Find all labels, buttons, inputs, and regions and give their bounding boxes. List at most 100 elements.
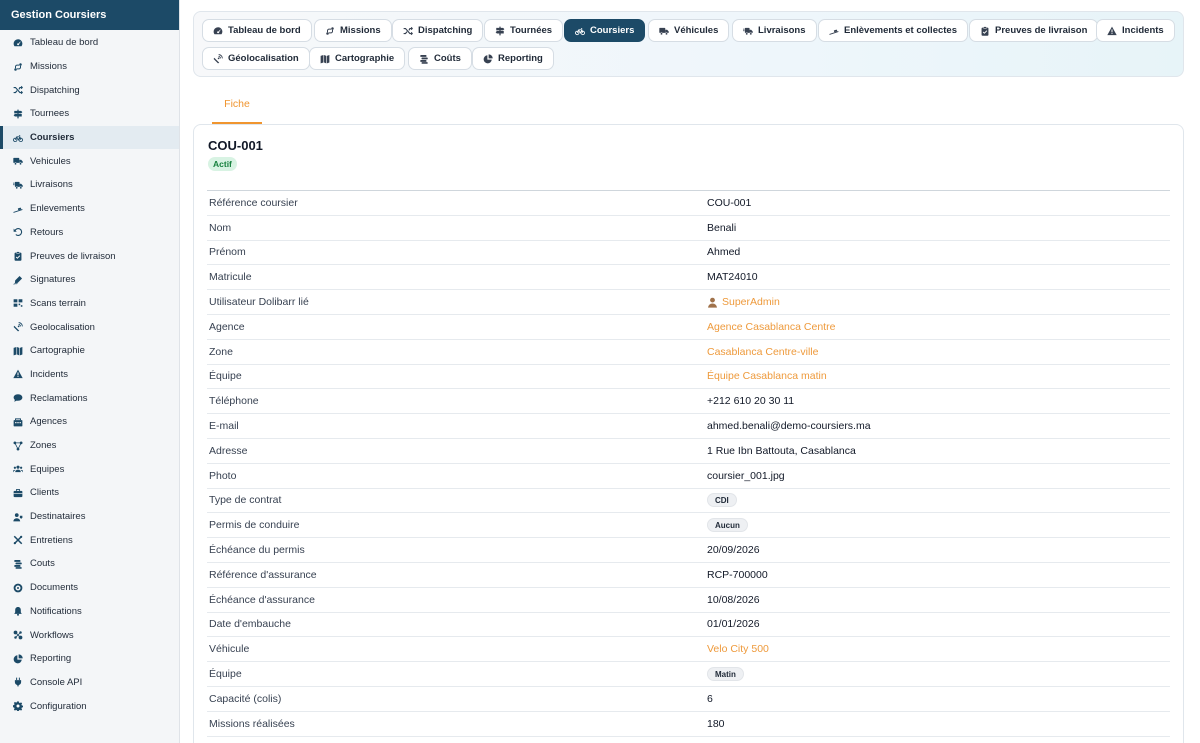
bicycle-icon xyxy=(12,132,24,144)
bicycle-icon xyxy=(574,25,585,36)
sidebar-item-tournees[interactable]: Tournees xyxy=(0,102,179,126)
tab-tableau-de-bord[interactable]: Tableau de bord xyxy=(202,19,312,42)
tab-fiche[interactable]: Fiche xyxy=(212,90,262,124)
sidebar-item-workflows[interactable]: Workflows xyxy=(0,623,179,647)
tab-label: Tournées xyxy=(510,25,553,36)
tab-label: Missions xyxy=(340,25,381,36)
sidebar-item-agences[interactable]: Agences xyxy=(0,410,179,434)
tab-tournees[interactable]: Tournées xyxy=(484,19,564,42)
field-link[interactable]: SuperAdmin xyxy=(707,296,1170,308)
sidebar-item-dispatching[interactable]: Dispatching xyxy=(0,78,179,102)
sidebar-item-cartographie[interactable]: Cartographie xyxy=(0,339,179,363)
tab-coursiers[interactable]: Coursiers xyxy=(564,19,646,42)
app-title: Gestion Coursiers xyxy=(0,0,179,30)
sidebar-item-vehicules[interactable]: Vehicules xyxy=(0,149,179,173)
pie-chart-icon xyxy=(12,653,24,665)
gear-icon xyxy=(12,700,24,712)
sidebar-item-console-api[interactable]: Console API xyxy=(0,671,179,695)
field-value: 01/01/2026 xyxy=(707,618,760,631)
clipboard-check-icon xyxy=(12,250,24,262)
sidebar-item-clients[interactable]: Clients xyxy=(0,481,179,505)
tab-geolocalisation[interactable]: Géolocalisation xyxy=(202,47,310,70)
tab-enlevements-et-collectes[interactable]: Enlèvements et collectes xyxy=(818,19,968,42)
undo-icon xyxy=(12,226,24,238)
sidebar-item-zones[interactable]: Zones xyxy=(0,434,179,458)
sidebar-item-entretiens[interactable]: Entretiens xyxy=(0,528,179,552)
sidebar-item-documents[interactable]: Documents xyxy=(0,576,179,600)
satellite-icon xyxy=(212,53,223,64)
field-value: CDI xyxy=(707,493,1170,508)
sidebar-item-preuves-de-livraison[interactable]: Preuves de livraison xyxy=(0,244,179,268)
sidebar-item-coursiers[interactable]: Coursiers xyxy=(0,125,179,150)
field-link[interactable]: Velo City 500 xyxy=(707,643,1170,655)
sidebar-menu: Tableau de bord Missions Dispatching Tourne… xyxy=(0,30,179,718)
sidebar: Gestion Coursiers Tableau de bord Mission… xyxy=(0,0,180,743)
tab-incidents[interactable]: Incidents xyxy=(1096,19,1175,42)
record-title: COU-001 xyxy=(208,138,263,153)
sidebar-item-geolocalisation[interactable]: Geolocalisation xyxy=(0,315,179,339)
tab-livraisons[interactable]: Livraisons xyxy=(732,19,817,42)
field-value: +212 610 20 30 11 xyxy=(707,395,795,408)
sidebar-item-label: Agences xyxy=(30,416,67,428)
tab-cartographie[interactable]: Cartographie xyxy=(309,47,406,70)
field-label: Missions réalisées xyxy=(209,717,295,730)
comment-icon xyxy=(12,392,24,404)
tab-reporting[interactable]: Reporting xyxy=(472,47,554,70)
sidebar-item-livraisons[interactable]: Livraisons xyxy=(0,173,179,197)
sidebar-item-label: Scans terrain xyxy=(30,297,86,309)
field-link[interactable]: Casablanca Centre-ville xyxy=(707,346,1170,358)
tab-dispatching[interactable]: Dispatching xyxy=(392,19,484,42)
field-row: Agence Agence Casablanca Centre xyxy=(207,315,1170,340)
truck-fast-icon xyxy=(742,25,753,36)
field-link[interactable]: Agence Casablanca Centre xyxy=(707,321,1170,333)
sidebar-item-incidents[interactable]: Incidents xyxy=(0,363,179,387)
tab-missions[interactable]: Missions xyxy=(314,19,392,42)
tab-label: Véhicules xyxy=(674,25,719,36)
sidebar-item-destinataires[interactable]: Destinataires xyxy=(0,505,179,529)
field-link[interactable]: Équipe Casablanca matin xyxy=(707,370,1170,382)
sidebar-item-reporting[interactable]: Reporting xyxy=(0,647,179,671)
field-value: 6 xyxy=(707,692,713,705)
documents-icon xyxy=(12,582,24,594)
sidebar-item-notifications[interactable]: Notifications xyxy=(0,600,179,624)
sidebar-item-configuration[interactable]: Configuration xyxy=(0,694,179,718)
field-label: Échéance d'assurance xyxy=(209,593,315,606)
field-link-text: SuperAdmin xyxy=(722,296,780,309)
sidebar-item-label: Enlevements xyxy=(30,203,85,215)
sidebar-item-tableau-de-bord[interactable]: Tableau de bord xyxy=(0,31,179,55)
dashboard-icon xyxy=(212,25,223,36)
dashboard-icon xyxy=(12,37,24,49)
field-value: MAT24010 xyxy=(707,271,758,284)
sidebar-item-reclamations[interactable]: Reclamations xyxy=(0,386,179,410)
sidebar-item-scans-terrain[interactable]: Scans terrain xyxy=(0,292,179,316)
sidebar-item-couts[interactable]: Couts xyxy=(0,552,179,576)
sidebar-item-label: Entretiens xyxy=(30,534,73,546)
sidebar-item-enlevements[interactable]: Enlevements xyxy=(0,197,179,221)
field-value: 1 Rue Ibn Battouta, Casablanca xyxy=(707,444,856,457)
sidebar-item-retours[interactable]: Retours xyxy=(0,221,179,245)
module-tab-bar: Tableau de bord Missions Dispatching Tourné… xyxy=(193,11,1184,77)
zones-icon xyxy=(12,440,24,452)
field-badge: Matin xyxy=(707,667,744,682)
field-row: Missions réalisées 180 xyxy=(207,712,1170,737)
tab-vehicules[interactable]: Véhicules xyxy=(648,19,730,42)
user-icon xyxy=(707,297,718,308)
field-label: Matricule xyxy=(209,271,252,284)
signature-icon xyxy=(12,274,24,286)
sidebar-item-signatures[interactable]: Signatures xyxy=(0,268,179,292)
field-row: Zone Casablanca Centre-ville xyxy=(207,340,1170,365)
sidebar-item-missions[interactable]: Missions xyxy=(0,55,179,79)
field-value: coursier_001.jpg xyxy=(707,469,785,482)
field-label: Échéance du permis xyxy=(209,544,305,557)
sidebar-item-equipes[interactable]: Equipes xyxy=(0,457,179,481)
field-label: Zone xyxy=(209,345,233,358)
field-label: Type de contrat xyxy=(209,494,282,507)
tab-label: Tableau de bord xyxy=(228,25,301,36)
field-row: Prénom Ahmed xyxy=(207,241,1170,266)
tab-couts[interactable]: Coûts xyxy=(408,47,472,70)
field-value: Benali xyxy=(707,221,737,234)
field-value: Matin xyxy=(707,667,1170,682)
sidebar-item-label: Console API xyxy=(30,676,83,688)
tab-preuves-de-livraison[interactable]: Preuves de livraison xyxy=(969,19,1099,42)
field-label: Nom xyxy=(209,221,232,234)
